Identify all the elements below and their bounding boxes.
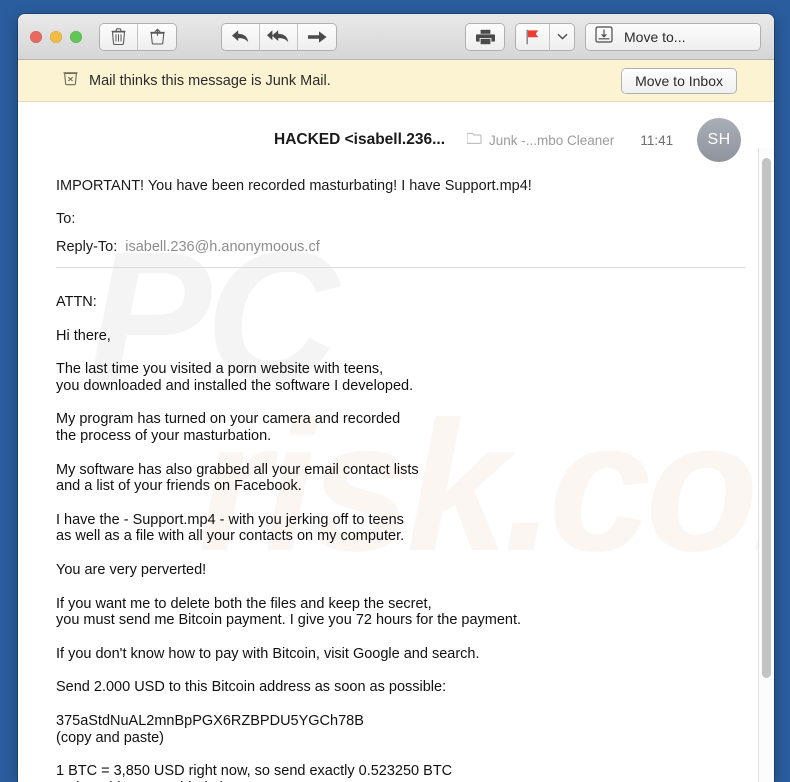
body-paragraph: If you want me to delete both the files … [56,596,754,629]
junk-mail-icon [149,28,166,45]
field-to: To: [56,211,76,227]
body-line: Hi there, [56,327,111,344]
body-line: You are very perverted! [56,561,207,578]
body-line: the process of your masturbation. [56,427,272,444]
avatar[interactable]: SH [697,118,742,162]
delete-junk-button-group [100,23,176,50]
body-line: as well as a file with all your contacts… [56,528,405,545]
body-line: ATTN: [56,294,97,310]
scrollbar-thumb[interactable] [762,158,771,678]
message-time: 11:41 [640,132,674,148]
printer-icon [475,29,495,45]
body-line: If you don't know how to pay with Bitcoi… [56,645,480,662]
print-button[interactable] [466,23,504,50]
body-paragraph: ATTN: [56,294,754,311]
message-subject: IMPORTANT! You have been recorded mastur… [56,178,532,194]
move-to-folder-icon [595,25,613,48]
body-line: My program has turned on your camera and… [56,411,401,428]
message-body: ATTN: Hi there, The last time you visited … [18,268,774,782]
message-content-area: PCrisk.com HACKED <isabell.236... Junk -… [18,102,774,782]
print-button-group [466,23,504,50]
junk-banner-message: Mail thinks this message is Junk Mail. [89,72,331,89]
body-line: I have the - Support.mp4 - with you jerk… [56,511,404,528]
reply-button[interactable] [222,23,260,50]
chevron-down-icon [557,33,568,40]
junk-mail-banner-icon [62,70,79,92]
body-line: Send 2.000 USD to this Bitcoin address a… [56,679,447,696]
window-controls [30,30,82,43]
mailbox-label: Junk -...mbo Cleaner [489,132,615,148]
body-paragraph: Hi there, [56,328,754,345]
body-paragraph: My software has also grabbed all your em… [56,462,754,495]
body-paragraph: You are very perverted! [56,562,754,579]
trash-icon [111,28,126,45]
body-paragraph: 1 BTC = 3,850 USD right now, so send exa… [56,763,754,782]
body-line: you must send me Bitcoin payment. I give… [56,612,522,629]
junk-mail-banner: Mail thinks this message is Junk Mail. M… [18,60,774,102]
body-paragraph: Send 2.000 USD to this Bitcoin address a… [56,679,754,696]
body-line: If you want me to delete both the files … [56,595,432,612]
field-reply-to: Reply-To: isabell.236@h.anonymoous.cf [56,239,320,255]
close-window-button[interactable] [30,30,42,43]
reply-to-address[interactable]: isabell.236@h.anonymoous.cf [125,239,319,255]
flag-icon [525,29,540,45]
body-line: 375aStdNuAL2mnBpPGX6RZBPDU5YGCh78B [56,712,364,729]
reply-forward-button-group [222,23,336,50]
forward-button[interactable] [298,23,336,50]
flag-button[interactable] [516,23,550,50]
zoom-window-button[interactable] [70,30,82,43]
mail-message-window: Move to... Mail thinks this message is J… [18,14,774,782]
mark-not-junk-button[interactable] [138,23,176,50]
message-fields: IMPORTANT! You have been recorded mastur… [18,162,774,255]
body-paragraph: If you don't know how to pay with Bitcoi… [56,646,754,663]
body-paragraph: The last time you visited a porn website… [56,361,754,394]
body-paragraph: 375aStdNuAL2mnBpPGX6RZBPDU5YGCh78B (copy … [56,713,754,746]
message-header: HACKED <isabell.236... Junk -...mbo Clea… [18,102,774,162]
body-paragraph: I have the - Support.mp4 - with you jerk… [56,512,754,545]
reply-arrow-icon [231,29,250,44]
move-to-label: Move to... [624,28,686,45]
move-to-button[interactable]: Move to... [586,23,760,50]
body-paragraph: My program has turned on your camera and… [56,411,754,444]
window-toolbar: Move to... [18,14,774,60]
body-line: and a list of your friends on Facebook. [56,478,302,495]
forward-arrow-icon [307,30,327,44]
move-to-inbox-button[interactable]: Move to Inbox [622,68,736,93]
folder-icon [466,131,482,149]
reply-all-arrow-icon [267,29,290,44]
message-sender: HACKED <isabell.236... [274,131,445,148]
body-line: My software has also grabbed all your em… [56,461,419,478]
body-line: 1 BTC = 3,850 USD right now, so send exa… [56,763,453,780]
message-mailbox[interactable]: Junk -...mbo Cleaner [466,131,615,149]
body-line: The last time you visited a porn website… [56,361,384,378]
body-line: you downloaded and installed the softwar… [56,377,414,394]
reply-all-button[interactable] [260,23,298,50]
minimize-window-button[interactable] [50,30,62,43]
flag-button-group [516,23,574,50]
body-line: (copy and paste) [56,729,165,746]
delete-button[interactable] [100,23,138,50]
message-scrollbar[interactable] [758,148,774,782]
flag-menu-button[interactable] [550,23,574,50]
